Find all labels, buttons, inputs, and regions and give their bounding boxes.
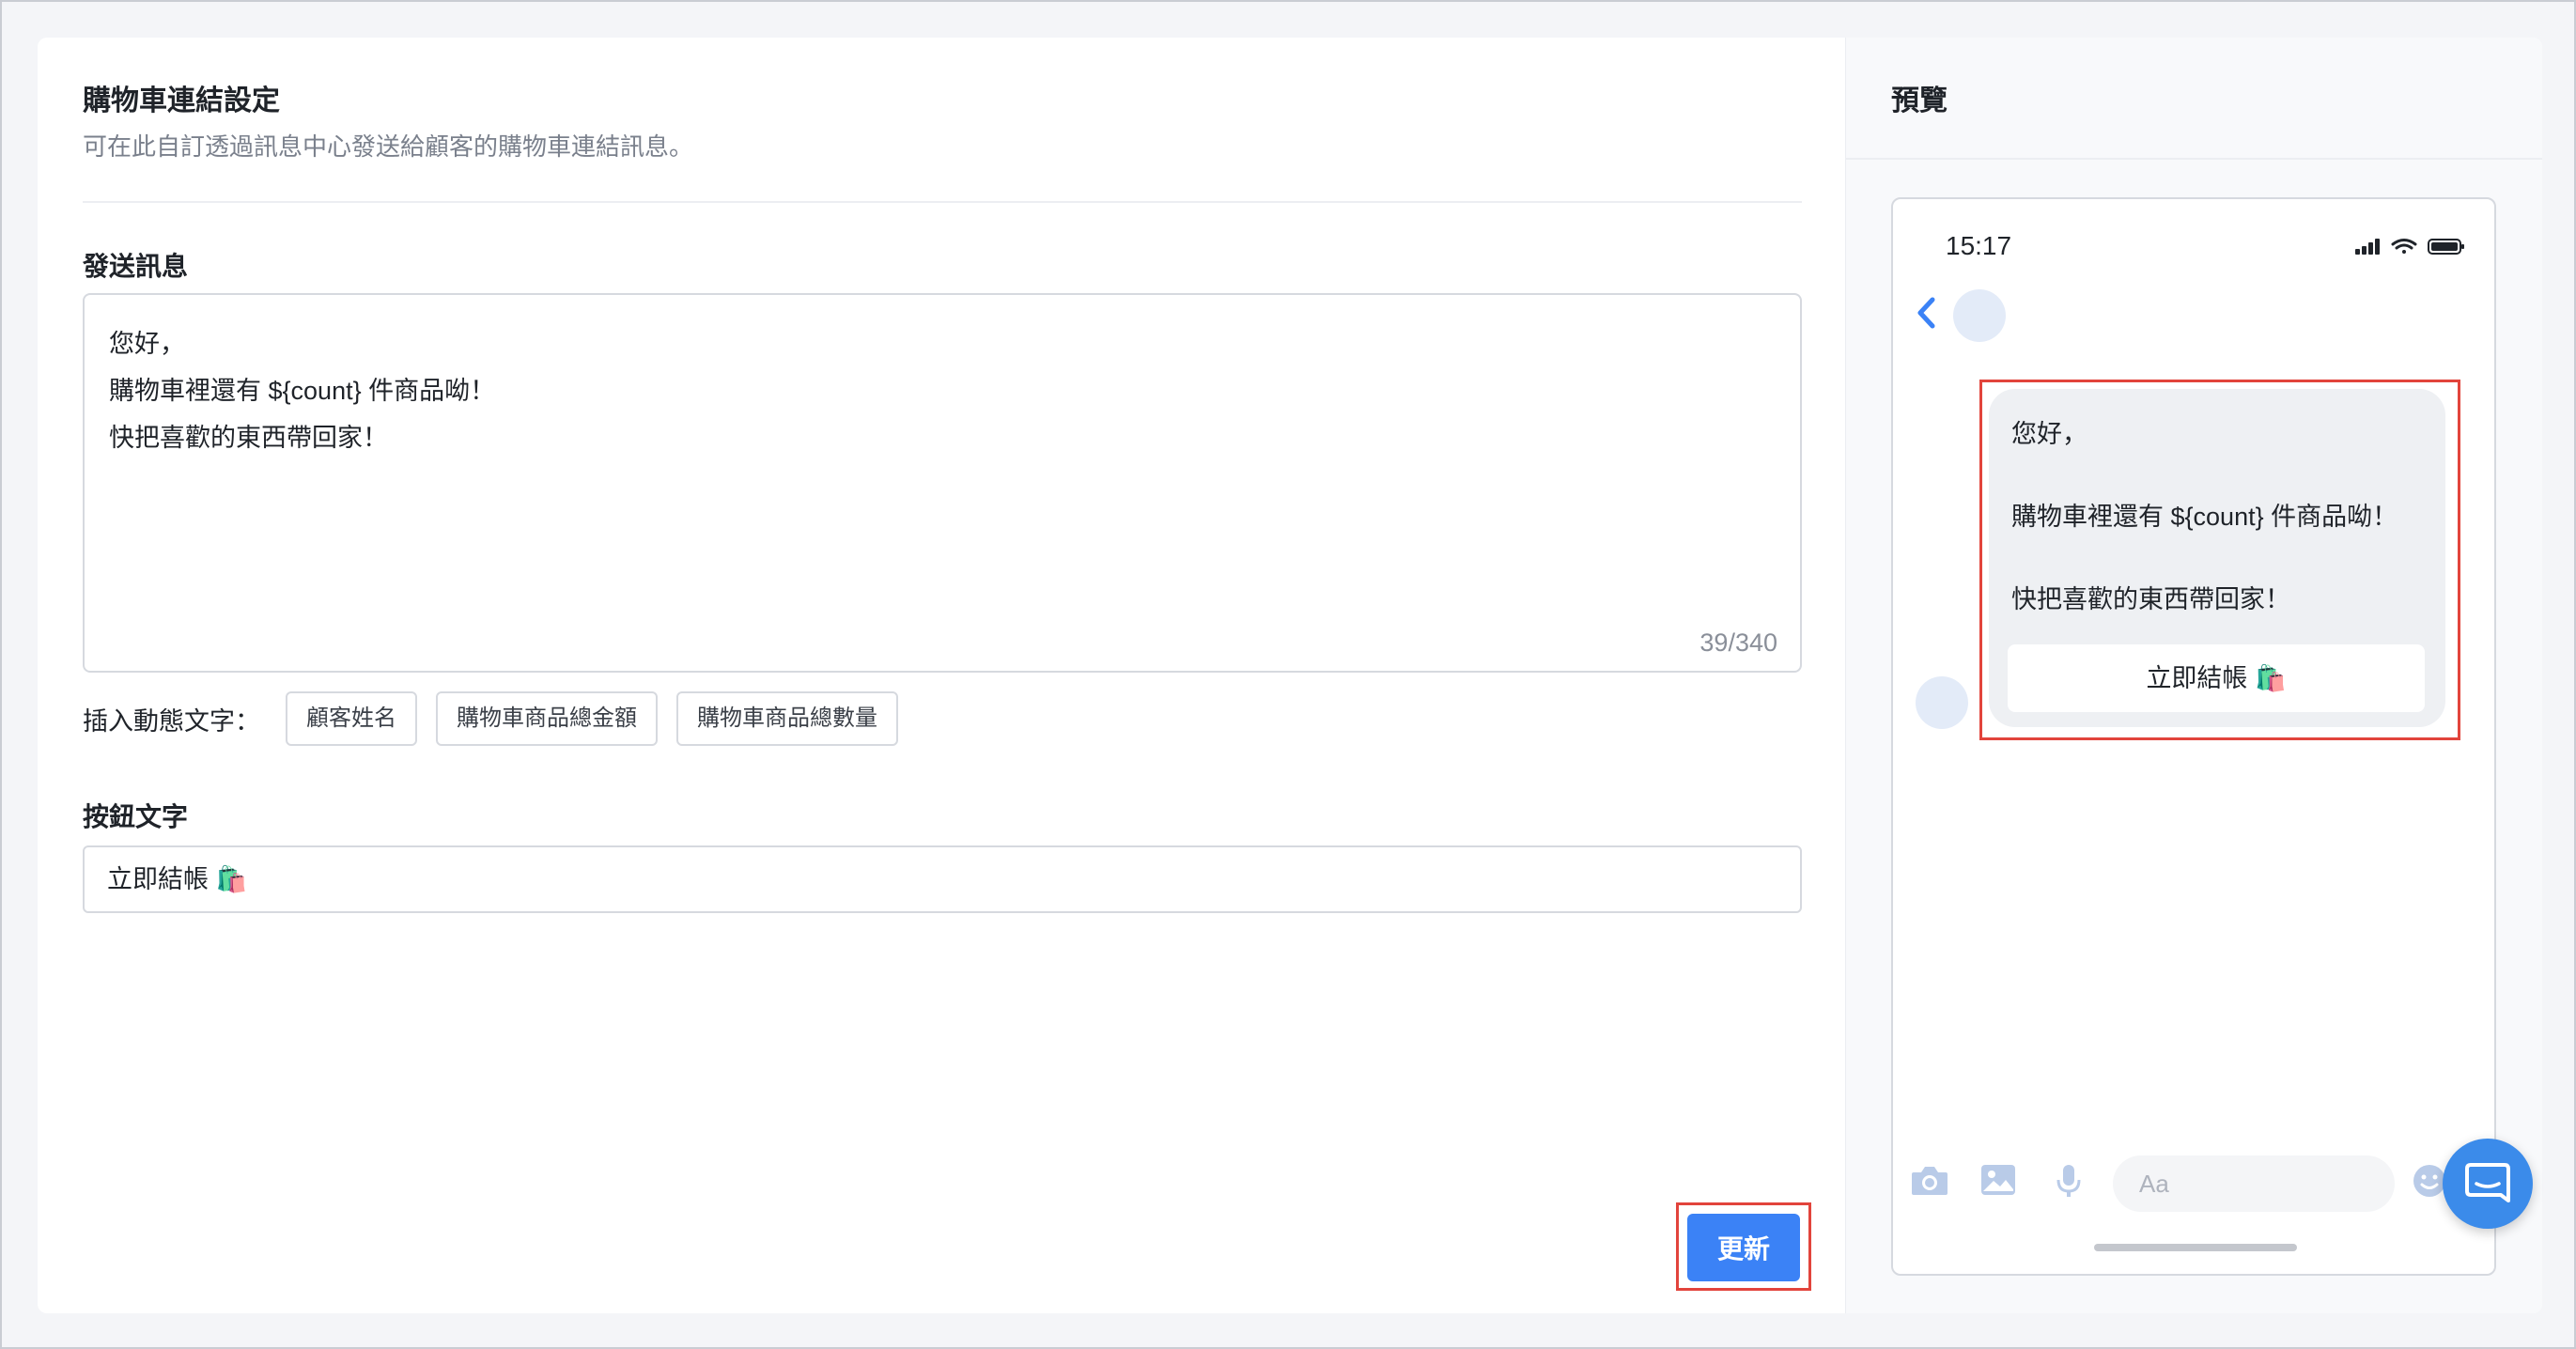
phone-preview: 15:17 您好， 購物車裡還有 ${count} 件商品呦！ 快把喜歡的東西帶…	[1891, 197, 2496, 1276]
chat-launcher-button[interactable]	[2443, 1139, 2533, 1229]
battery-icon	[2428, 239, 2464, 255]
image-icon[interactable]	[1979, 1163, 2017, 1202]
button-text-input[interactable]: 立即結帳 🛍️	[83, 845, 1802, 913]
settings-card: 購物車連結設定 可在此自訂透過訊息中心發送給顧客的購物車連結訊息。 發送訊息 您…	[38, 38, 2542, 1313]
bubble-checkout-button[interactable]: 立即結帳 🛍️	[2008, 644, 2425, 712]
divider	[83, 201, 1802, 203]
home-indicator	[2094, 1244, 2297, 1251]
chip-cart-total-quantity[interactable]: 購物車商品總數量	[676, 691, 898, 746]
status-icons	[2355, 237, 2466, 260]
settings-panel: 購物車連結設定 可在此自訂透過訊息中心發送給顧客的購物車連結訊息。 發送訊息 您…	[38, 38, 1845, 1313]
camera-icon[interactable]	[1910, 1163, 1949, 1202]
chip-cart-total-amount[interactable]: 購物車商品總金額	[436, 691, 658, 746]
sender-avatar	[1916, 676, 1968, 729]
back-chevron-icon[interactable]	[1916, 297, 1936, 333]
message-textarea[interactable]: 您好， 購物車裡還有 ${count} 件商品呦！ 快把喜歡的東西帶回家！ 39…	[83, 293, 1802, 673]
chip-customer-name[interactable]: 顧客姓名	[286, 691, 417, 746]
insert-dynamic-text-label: 插入動態文字：	[83, 707, 260, 736]
message-line-3: 快把喜歡的東西帶回家！	[109, 424, 388, 452]
preview-divider	[1846, 158, 2542, 160]
message-line-2: 購物車裡還有 ${count} 件商品呦！	[109, 377, 496, 405]
message-input[interactable]: Aa	[2113, 1155, 2395, 1212]
bubble-line-2: 購物車裡還有 ${count} 件商品呦！	[2011, 503, 2398, 531]
microphone-icon[interactable]	[2055, 1163, 2083, 1203]
button-text-label: 按鈕文字	[83, 802, 189, 831]
chat-icon	[2465, 1163, 2510, 1202]
page-description: 可在此自訂透過訊息中心發送給顧客的購物車連結訊息。	[83, 132, 694, 161]
message-bubble: 您好， 購物車裡還有 ${count} 件商品呦！ 快把喜歡的東西帶回家！ 立即…	[1989, 389, 2445, 727]
bubble-line-3: 快把喜歡的東西帶回家！	[2011, 585, 2290, 613]
status-time: 15:17	[1946, 231, 2012, 260]
preview-panel: 預覽 15:17 您好， 購物車裡還有 ${count} 件商品呦！ 快把喜歡的…	[1845, 38, 2542, 1313]
message-label: 發送訊息	[83, 252, 189, 281]
wifi-icon	[2391, 239, 2417, 254]
contact-avatar	[1953, 289, 2006, 342]
page-title: 購物車連結設定	[83, 85, 280, 116]
update-button[interactable]: 更新	[1687, 1214, 1800, 1281]
char-counter: 39/340	[1699, 628, 1777, 657]
preview-title: 預覽	[1891, 85, 1948, 116]
signal-icon	[2355, 239, 2380, 255]
bubble-line-1: 您好，	[2011, 420, 2087, 448]
message-line-1: 您好，	[109, 330, 185, 358]
